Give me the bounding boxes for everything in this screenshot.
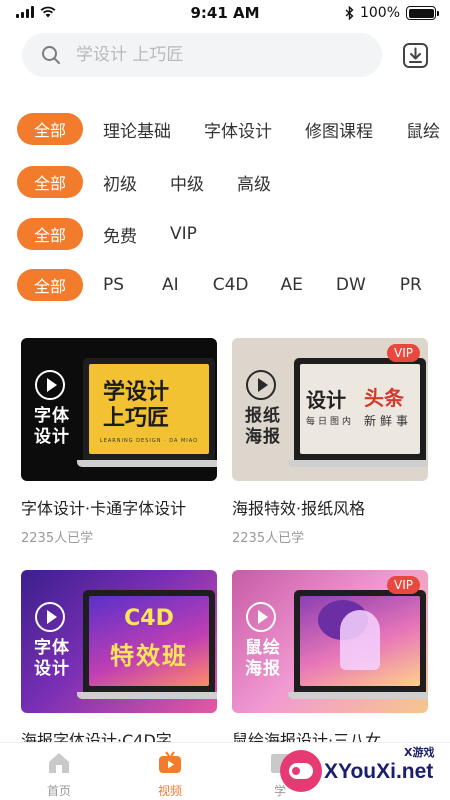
chip-category[interactable]: 修图课程: [305, 117, 373, 142]
screen-text: 新鲜事: [364, 414, 413, 428]
play-icon: [246, 370, 276, 400]
course-card[interactable]: 字体设计 C4D 特效班 海报字体设计·C4D字: [21, 570, 217, 751]
chip-category[interactable]: 鼠绘: [406, 117, 440, 142]
screen-text: C4D: [124, 606, 174, 631]
chip-level[interactable]: 初级: [103, 170, 137, 195]
course-card[interactable]: 报纸海报 设计 头条 每日图内 新鲜事 VIP 海报特效·报纸风格 2235人已…: [232, 338, 428, 546]
tab-label: 首页: [46, 784, 71, 798]
laptop-mockup: 设计 头条 每日图内 新鲜事: [294, 358, 426, 460]
laptop-base: [288, 460, 428, 467]
chip-price[interactable]: 免费: [103, 222, 137, 247]
filter-row-software: 全部 PS AI C4D AE DW PR: [17, 269, 450, 301]
filter-row-category: 全部 理论基础 字体设计 修图课程 鼠绘: [17, 113, 450, 145]
search-bar[interactable]: [22, 33, 382, 77]
thumbnail-label: 字体设计: [34, 638, 70, 679]
tab-video[interactable]: 视频: [135, 751, 205, 799]
watermark-logo-icon: [280, 750, 322, 792]
tab-label: 视频: [157, 784, 182, 798]
chip-software[interactable]: DW: [336, 275, 366, 295]
status-bar: 9:41 AM 100%: [0, 0, 450, 26]
laptop-mockup: C4D 特效班: [83, 590, 215, 692]
tab-home[interactable]: 首页: [24, 751, 94, 799]
screen-text: 每日图内: [306, 417, 355, 427]
watermark: X游戏 XYouXi.net: [276, 742, 450, 800]
battery-icon: [406, 6, 439, 20]
home-icon: [49, 753, 69, 773]
course-title[interactable]: 海报特效·报纸风格: [232, 495, 428, 519]
chip-software[interactable]: AI: [162, 275, 179, 295]
chip-level[interactable]: 中级: [170, 170, 204, 195]
download-icon[interactable]: [402, 42, 429, 69]
play-icon: [35, 370, 65, 400]
course-card[interactable]: 字体设计 学设计上巧匠 LEARNING DESIGN · DA MIAO 字体…: [21, 338, 217, 546]
play-icon: [35, 602, 65, 632]
screen-text: 特效班: [110, 642, 188, 670]
illustration-figure: [340, 610, 380, 670]
thumbnail-label: 字体设计: [34, 406, 70, 447]
chip-software[interactable]: C4D: [213, 275, 249, 295]
course-thumbnail[interactable]: 字体设计 C4D 特效班: [21, 570, 217, 713]
filter-row-price: 全部 免费 VIP: [17, 218, 230, 250]
course-thumbnail[interactable]: 鼠绘海报 VIP: [232, 570, 428, 713]
course-thumbnail[interactable]: 报纸海报 设计 头条 每日图内 新鲜事 VIP: [232, 338, 428, 481]
course-learners: 2235人已学: [21, 531, 94, 546]
search-icon: [42, 46, 60, 64]
watermark-text: XYouXi.net: [324, 760, 434, 783]
chip-category[interactable]: 字体设计: [204, 117, 272, 142]
status-right: 100%: [345, 5, 439, 21]
chip-level-all[interactable]: 全部: [17, 166, 83, 198]
chip-software[interactable]: PR: [400, 275, 422, 295]
battery-percent: 100%: [359, 5, 400, 21]
chip-price[interactable]: VIP: [170, 224, 197, 244]
chip-software-all[interactable]: 全部: [17, 269, 83, 301]
thumbnail-label: 报纸海报: [245, 406, 281, 447]
vip-badge: VIP: [387, 576, 420, 594]
chip-software[interactable]: AE: [280, 275, 302, 295]
chip-level[interactable]: 高级: [237, 170, 271, 195]
course-learners: 2235人已学: [232, 531, 305, 546]
course-title[interactable]: 字体设计·卡通字体设计: [21, 495, 217, 519]
laptop-base: [77, 692, 217, 699]
play-icon: [246, 602, 276, 632]
laptop-base: [288, 692, 428, 699]
course-thumbnail[interactable]: 字体设计 学设计上巧匠 LEARNING DESIGN · DA MIAO: [21, 338, 217, 481]
laptop-mockup: [294, 590, 426, 692]
chip-price-all[interactable]: 全部: [17, 218, 83, 250]
laptop-base: [77, 460, 217, 467]
search-input[interactable]: [76, 45, 356, 65]
chip-software[interactable]: PS: [103, 275, 124, 295]
screen-text: 设计: [306, 388, 346, 412]
vip-badge: VIP: [387, 344, 420, 362]
laptop-mockup: 学设计上巧匠 LEARNING DESIGN · DA MIAO: [83, 358, 215, 460]
screen-text: 头条: [364, 386, 404, 410]
screen-text: 学设计上巧匠: [103, 380, 170, 431]
chip-category-all[interactable]: 全部: [17, 113, 83, 145]
bluetooth-icon: [345, 6, 354, 20]
screen-caption: LEARNING DESIGN · DA MIAO: [99, 438, 199, 444]
course-card[interactable]: 鼠绘海报 VIP 鼠绘海报设计·三八女: [232, 570, 428, 751]
thumbnail-label: 鼠绘海报: [245, 638, 281, 679]
watermark-small-text: X游戏: [404, 746, 435, 759]
chip-category[interactable]: 理论基础: [103, 117, 171, 142]
filter-row-level: 全部 初级 中级 高级: [17, 166, 304, 198]
video-icon: [159, 751, 181, 773]
